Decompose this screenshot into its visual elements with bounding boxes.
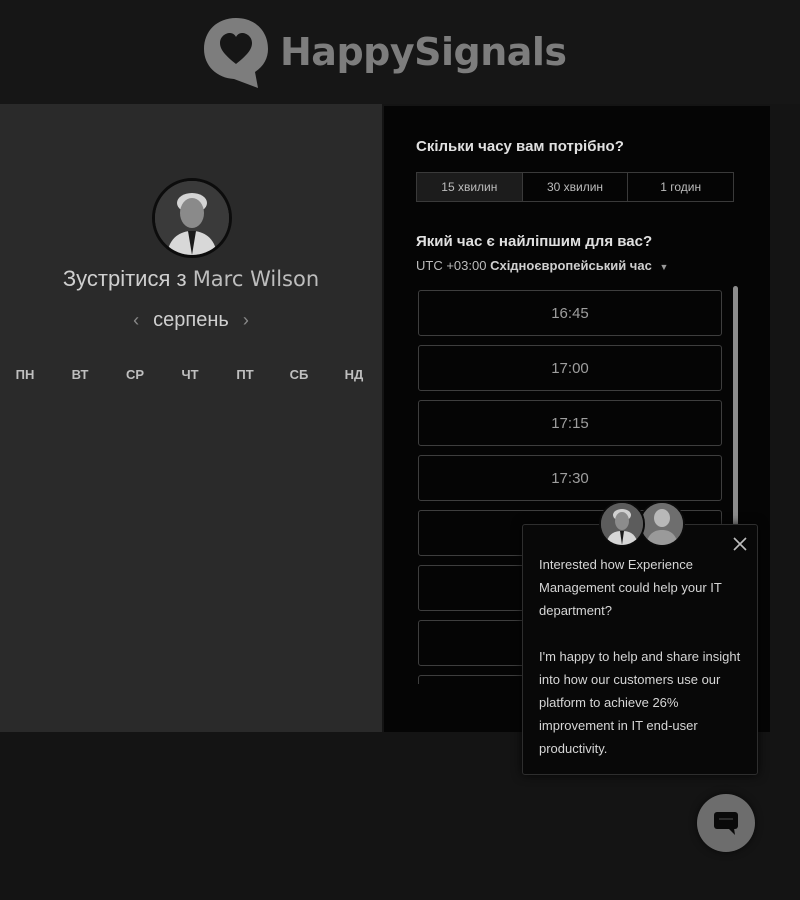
previous-month-button[interactable]: ‹ bbox=[133, 310, 139, 331]
weekday-tue: ВТ bbox=[71, 367, 89, 382]
month-navigation: ‹ серпень › bbox=[0, 309, 382, 332]
timezone-offset: UTC +03:00 bbox=[416, 258, 487, 273]
weekday-wed: СР bbox=[125, 367, 145, 382]
chat-popup: Interested how Experience Management cou… bbox=[522, 524, 758, 775]
chat-message: Interested how Experience Management cou… bbox=[539, 553, 745, 760]
close-icon[interactable] bbox=[731, 535, 749, 553]
time-slot[interactable]: 16:45 bbox=[418, 290, 722, 336]
header: HappySignals bbox=[0, 0, 800, 104]
agent-avatar bbox=[639, 501, 685, 547]
weekday-sun: НД bbox=[344, 367, 364, 382]
agent-avatars bbox=[599, 501, 685, 549]
brand-name: HappySignals bbox=[280, 30, 567, 74]
duration-option-30[interactable]: 30 хвилин bbox=[523, 173, 629, 201]
agent-avatar bbox=[599, 501, 645, 547]
current-month: серпень bbox=[153, 309, 229, 331]
host-avatar bbox=[152, 178, 232, 258]
time-question: Який час є найліпшим для вас? bbox=[416, 233, 653, 250]
slot-list-scrollbar[interactable] bbox=[733, 286, 738, 526]
time-slot[interactable]: 17:00 bbox=[418, 345, 722, 391]
duration-selector: 15 хвилин 30 хвилин 1 годин bbox=[416, 172, 734, 202]
happysignals-logo[interactable]: HappySignals bbox=[200, 14, 567, 90]
time-slot[interactable]: 17:15 bbox=[418, 400, 722, 446]
duration-option-60[interactable]: 1 годин bbox=[628, 173, 733, 201]
calendar-panel: Зустрітися з Marc Wilson ‹ серпень › ПН … bbox=[0, 104, 382, 732]
weekday-fri: ПТ bbox=[236, 367, 254, 382]
caret-down-icon: ▼ bbox=[659, 262, 669, 272]
timezone-selector[interactable]: UTC +03:00 Східноєвропейський час ▼ bbox=[416, 258, 668, 273]
duration-option-15[interactable]: 15 хвилин bbox=[417, 173, 523, 201]
timezone-name: Східноєвропейський час bbox=[490, 258, 652, 273]
next-month-button[interactable]: › bbox=[243, 310, 249, 331]
host-name: Marc Wilson bbox=[192, 267, 320, 291]
duration-question: Скільки часу вам потрібно? bbox=[416, 138, 624, 155]
meeting-title-prefix: Зустрітися з bbox=[62, 266, 187, 291]
meeting-title: Зустрітися з Marc Wilson bbox=[0, 266, 382, 292]
chat-bubble-icon bbox=[714, 812, 738, 835]
weekday-sat: СБ bbox=[289, 367, 309, 382]
weekday-mon: ПН bbox=[15, 367, 35, 382]
chat-message-intro: Interested how Experience Management cou… bbox=[539, 557, 722, 618]
chat-launcher-button[interactable] bbox=[697, 794, 755, 852]
heart-speech-bubble-icon bbox=[204, 18, 268, 88]
time-slot[interactable]: 17:30 bbox=[418, 455, 722, 501]
chat-message-body: I'm happy to help and share insight into… bbox=[539, 649, 741, 756]
weekday-thu: ЧТ bbox=[181, 367, 199, 382]
